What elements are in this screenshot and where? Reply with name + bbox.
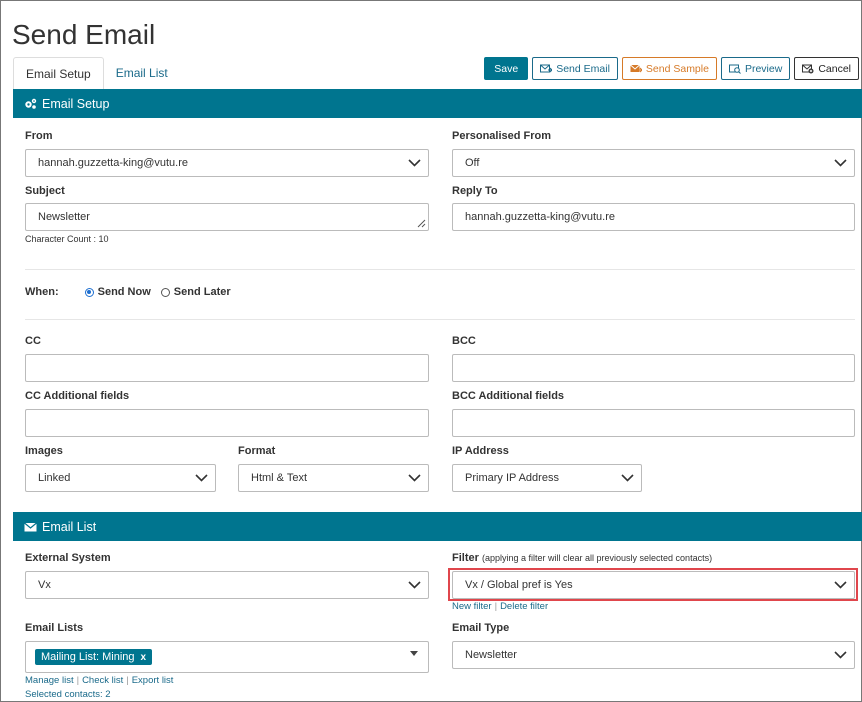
chevron-down-icon <box>620 474 634 482</box>
send-email-icon <box>540 64 553 72</box>
personalised-from-label: Personalised From <box>452 130 552 142</box>
radio-unselected-icon <box>160 287 170 297</box>
from-select[interactable]: hannah.guzzetta-king@vutu.re <box>25 149 429 177</box>
divider <box>25 269 855 270</box>
from-label: From <box>25 130 53 142</box>
format-label: Format <box>238 445 276 457</box>
selected-contacts: Selected contacts: 2 <box>25 689 111 700</box>
filter-highlight-box <box>448 568 858 601</box>
chevron-down-icon <box>407 581 421 589</box>
reply-to-value: hannah.guzzetta-king@vutu.re <box>465 211 615 223</box>
reply-to-input[interactable]: hannah.guzzetta-king@vutu.re <box>452 203 855 231</box>
radio-selected-icon <box>84 287 94 297</box>
chevron-down-icon <box>194 474 208 482</box>
save-button[interactable]: Save <box>484 57 529 80</box>
cancel-button[interactable]: Cancel <box>794 57 859 80</box>
email-list-tag-label: Mailing List: Mining <box>41 651 135 663</box>
email-type-value: Newsletter <box>465 649 517 661</box>
email-type-select[interactable]: Newsletter <box>452 641 855 669</box>
tab-email-setup[interactable]: Email Setup <box>13 57 104 90</box>
delete-filter-link[interactable]: Delete filter <box>500 601 548 612</box>
bcc-additional-label: BCC Additional fields <box>452 390 565 402</box>
email-setup-header: Email Setup <box>13 89 862 118</box>
divider <box>25 319 855 320</box>
email-list-tag[interactable]: Mailing List: Mining x <box>35 649 153 665</box>
send-later-label: Send Later <box>173 286 231 298</box>
remove-tag-button[interactable]: x <box>141 652 147 663</box>
send-now-label: Send Now <box>97 286 151 298</box>
personalised-from-select[interactable]: Off <box>452 149 855 177</box>
bcc-additional-input[interactable] <box>452 409 855 437</box>
check-list-link[interactable]: Check list <box>82 675 123 686</box>
send-email-button[interactable]: Send Email <box>532 57 618 80</box>
export-list-link[interactable]: Export list <box>132 675 174 686</box>
character-count: Character Count : 10 <box>25 234 109 244</box>
ip-address-value: Primary IP Address <box>465 472 559 484</box>
cc-additional-input[interactable] <box>25 409 429 437</box>
preview-label: Preview <box>744 62 783 75</box>
tab-email-list[interactable]: Email List <box>104 57 180 90</box>
format-value: Html & Text <box>251 472 308 484</box>
subject-input[interactable]: Newsletter <box>25 203 429 231</box>
email-list-header: Email List <box>13 512 862 541</box>
ip-address-select[interactable]: Primary IP Address <box>452 464 642 492</box>
external-system-label: External System <box>25 552 111 564</box>
filter-links: New filter | Delete filter <box>452 601 549 612</box>
images-select[interactable]: Linked <box>25 464 216 492</box>
cc-additional-label: CC Additional fields <box>25 390 130 402</box>
manage-list-link[interactable]: Manage list <box>25 675 74 686</box>
cancel-label: Cancel <box>818 62 851 75</box>
images-label: Images <box>25 445 63 457</box>
email-list-links: Manage list | Check list | Export list <box>25 675 174 686</box>
preview-button[interactable]: Preview <box>720 57 791 80</box>
tab-bar: Email Setup Email List <box>13 57 180 90</box>
bcc-input[interactable] <box>452 354 855 382</box>
save-label: Save <box>494 62 519 75</box>
resize-handle-icon[interactable] <box>416 218 426 228</box>
images-value: Linked <box>38 472 71 484</box>
envelope-icon <box>24 522 37 531</box>
from-value: hannah.guzzetta-king@vutu.re <box>38 157 188 169</box>
filter-label-text: Filter <box>452 552 479 564</box>
cc-input[interactable] <box>25 354 429 382</box>
send-sample-button[interactable]: Send Sample <box>621 57 717 80</box>
new-filter-link[interactable]: New filter <box>452 601 492 612</box>
email-setup-header-label: Email Setup <box>42 96 110 111</box>
ip-address-label: IP Address <box>452 445 509 457</box>
personalised-from-value: Off <box>465 157 480 169</box>
filter-note: (applying a filter will clear all previo… <box>481 553 713 563</box>
external-system-value: Vx <box>38 579 51 591</box>
bcc-label: BCC <box>452 335 476 347</box>
subject-label: Subject <box>25 185 65 197</box>
email-lists-label: Email Lists <box>25 622 84 634</box>
email-list-header-label: Email List <box>42 519 97 534</box>
email-type-label: Email Type <box>452 622 510 634</box>
when-label: When: <box>25 286 59 298</box>
send-later-radio[interactable]: Send Later <box>160 286 231 298</box>
chevron-down-icon <box>833 651 847 659</box>
cancel-icon <box>802 64 814 73</box>
send-sample-label: Send Sample <box>645 62 709 75</box>
chevron-down-icon <box>407 159 421 167</box>
reply-to-label: Reply To <box>452 185 498 197</box>
send-now-radio[interactable]: Send Now <box>84 286 151 298</box>
external-system-select[interactable]: Vx <box>25 571 429 599</box>
when-row: When: Send Now Send Later <box>25 286 241 298</box>
caret-down-icon <box>410 651 418 656</box>
subject-value: Newsletter <box>38 211 90 223</box>
page-title: Send Email <box>12 19 156 50</box>
send-email-label: Send Email <box>556 62 610 75</box>
email-lists-multiselect[interactable]: Mailing List: Mining x <box>25 641 429 673</box>
chevron-down-icon <box>833 159 847 167</box>
filter-label: Filter (applying a filter will clear all… <box>452 552 712 564</box>
cc-label: CC <box>25 335 41 347</box>
format-select[interactable]: Html & Text <box>238 464 429 492</box>
toolbar: Save Send Email Send Sample Preview Canc… <box>484 57 859 80</box>
gears-icon <box>25 98 37 109</box>
send-sample-icon <box>630 64 642 72</box>
preview-icon <box>728 64 741 74</box>
chevron-down-icon <box>407 474 421 482</box>
